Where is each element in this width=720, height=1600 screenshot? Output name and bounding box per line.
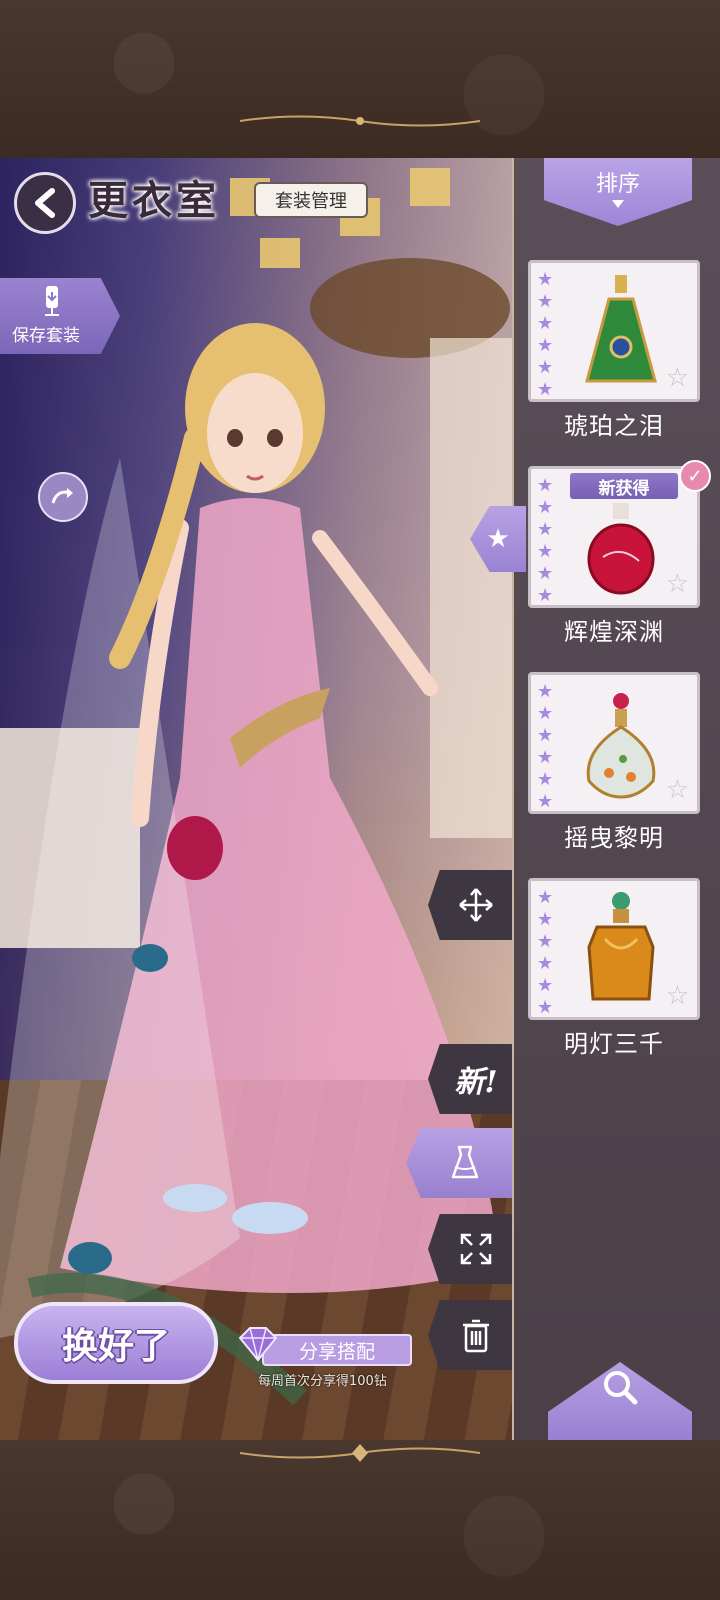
item-name: 辉煌深渊 (564, 618, 664, 646)
rarity-stars: ★ ★ ★ ★ ★ ★ (537, 475, 554, 606)
move-arrows-icon (459, 888, 493, 922)
favorite-star-icon[interactable]: ☆ (666, 569, 689, 599)
bottom-frame (0, 1440, 720, 1600)
wardrobe-button[interactable] (406, 1128, 512, 1198)
item-card-swaying-dawn[interactable]: ★ ★ ★ ★ ★ ★ ☆ (528, 672, 700, 814)
outfit-management-button[interactable]: 套装管理 (254, 182, 368, 218)
page-title: 更衣室 (88, 177, 220, 224)
diamond-icon (238, 1327, 278, 1362)
new-items-button[interactable]: 新! (428, 1044, 512, 1114)
item-name: 摇曳黎明 (564, 824, 664, 852)
trash-icon (463, 1319, 489, 1353)
search-icon (604, 1371, 638, 1405)
rotate-icon (51, 488, 73, 504)
item-card-thousand-lanterns[interactable]: ★ ★ ★ ★ ★ ★ ☆ (528, 878, 700, 1020)
top-frame (0, 0, 720, 158)
favorite-star-icon[interactable]: ☆ (666, 363, 689, 393)
item-name: 琥珀之泪 (564, 412, 664, 440)
rarity-stars: ★ ★ ★ ★ ★ ★ (537, 269, 554, 400)
star-icon: ★ (486, 524, 510, 554)
sort-label: 排序 (595, 172, 640, 197)
perfume-bottle-icon (587, 892, 655, 1001)
favorite-star-icon[interactable]: ☆ (666, 981, 689, 1011)
fullscreen-button[interactable] (428, 1214, 512, 1284)
chevron-left-icon (35, 188, 55, 218)
done-button[interactable]: 换好了 (14, 1302, 218, 1384)
dress-icon (451, 1145, 479, 1179)
rarity-stars: ★ ★ ★ ★ ★ ★ (537, 887, 554, 1018)
save-outfit-button[interactable]: 保存套装 (0, 278, 120, 354)
ornament-bottom (240, 1444, 480, 1462)
dropdown-arrow-icon (612, 200, 624, 208)
expand-icon (460, 1233, 492, 1265)
ornament-top (240, 115, 480, 127)
perfume-bottle-icon (585, 275, 657, 383)
share-outfit-button[interactable]: 分享搭配 (262, 1334, 412, 1366)
back-button[interactable] (14, 172, 76, 234)
share-reward-hint: 每周首次分享得100钻 (258, 1374, 387, 1389)
save-outfit-label: 保存套装 (12, 326, 80, 346)
perfume-bottle-icon (586, 693, 656, 799)
move-button[interactable] (428, 870, 512, 940)
rotate-button[interactable] (38, 472, 88, 522)
new-acquired-badge: 新获得 (570, 473, 678, 499)
delete-button[interactable] (428, 1300, 512, 1370)
selected-check-icon: ✓ (679, 460, 711, 492)
rarity-stars: ★ ★ ★ ★ ★ ★ (537, 681, 554, 812)
item-card-amber-tears[interactable]: ★ ★ ★ ★ ★ ★ ☆ (528, 260, 700, 402)
new-items-label: 新! (454, 1065, 498, 1100)
item-name: 明灯三千 (564, 1030, 664, 1058)
dress-form-download-icon (45, 286, 59, 316)
favorite-star-icon[interactable]: ☆ (666, 775, 689, 805)
